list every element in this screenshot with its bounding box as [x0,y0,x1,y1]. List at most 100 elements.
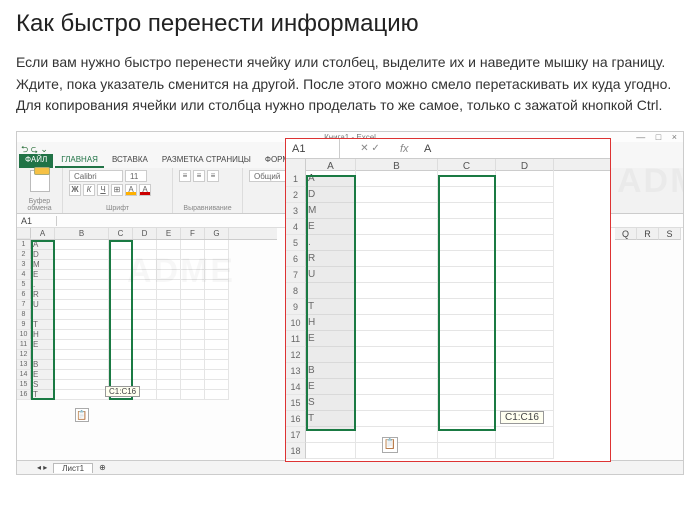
col-header[interactable]: D [133,228,157,239]
number-format-select[interactable]: Общий [249,170,289,182]
cell[interactable] [438,267,496,283]
cell[interactable] [109,370,133,380]
cell[interactable]: E [31,270,55,280]
sheet-nav-icon[interactable]: ◂ ▸ [37,463,47,472]
add-sheet-icon[interactable]: ⊕ [99,463,106,472]
cell[interactable] [181,300,205,310]
cell[interactable] [356,187,438,203]
row-header[interactable]: 9 [286,299,306,315]
cell[interactable] [356,267,438,283]
cell[interactable]: E [306,379,356,395]
name-box-main[interactable]: A1 [17,216,57,226]
cell[interactable] [181,310,205,320]
cell[interactable]: E [306,219,356,235]
cell[interactable]: A [306,171,356,187]
cell[interactable] [55,280,109,290]
cell[interactable] [438,187,496,203]
row-header[interactable]: 12 [17,350,31,360]
cell[interactable] [496,379,554,395]
cell[interactable] [157,240,181,250]
cell[interactable] [356,171,438,187]
cell[interactable] [109,330,133,340]
cell[interactable] [133,370,157,380]
row-header[interactable]: 11 [17,340,31,350]
cell[interactable]: B [31,360,55,370]
cell[interactable] [181,240,205,250]
cell[interactable] [205,320,229,330]
cell[interactable] [109,240,133,250]
cell[interactable] [438,395,496,411]
row-header[interactable]: 5 [17,280,31,290]
cell[interactable] [133,320,157,330]
row-header[interactable]: 4 [17,270,31,280]
cell[interactable] [205,370,229,380]
cell[interactable] [181,250,205,260]
row-header[interactable]: 8 [286,283,306,299]
cell[interactable]: U [306,267,356,283]
row-header[interactable]: 2 [286,187,306,203]
cell[interactable] [181,320,205,330]
cell[interactable] [438,331,496,347]
fx-icon[interactable]: fx [400,143,420,155]
cell[interactable] [157,260,181,270]
cell[interactable] [55,290,109,300]
align-right-button[interactable]: ≡ [207,170,219,182]
cell[interactable] [55,390,109,400]
cell[interactable] [133,240,157,250]
cell[interactable] [181,290,205,300]
cell[interactable] [157,380,181,390]
cell[interactable] [496,283,554,299]
row-header[interactable]: 17 [286,427,306,443]
col-header[interactable]: B [55,228,109,239]
cell[interactable] [205,270,229,280]
worksheet-inset[interactable]: A B C D 1A2D3M4E5.6R7U89T10H11E1213B14E1… [286,159,610,459]
cell[interactable] [181,390,205,400]
cell[interactable] [438,379,496,395]
cell[interactable] [157,290,181,300]
cell[interactable] [205,390,229,400]
cell[interactable] [55,360,109,370]
cell[interactable] [181,360,205,370]
row-header[interactable]: 10 [286,315,306,331]
col-header[interactable]: A [31,228,55,239]
cell[interactable] [496,203,554,219]
cell[interactable] [306,443,356,459]
cell[interactable] [109,250,133,260]
cell[interactable] [205,330,229,340]
cell[interactable]: S [31,380,55,390]
cell[interactable] [181,350,205,360]
cell[interactable] [496,171,554,187]
cell[interactable] [496,427,554,443]
cell[interactable] [356,379,438,395]
cell[interactable] [133,250,157,260]
col-header[interactable]: G [205,228,229,239]
cell[interactable] [496,315,554,331]
cell[interactable] [438,235,496,251]
cell[interactable] [205,260,229,270]
cell[interactable] [31,350,55,360]
cell[interactable] [157,270,181,280]
cell[interactable] [157,310,181,320]
cell[interactable] [109,290,133,300]
cell[interactable] [133,300,157,310]
cell[interactable]: . [31,280,55,290]
cell[interactable] [109,360,133,370]
name-box-inset[interactable]: A1 [286,139,340,158]
row-header[interactable]: 3 [17,260,31,270]
cell[interactable] [438,411,496,427]
cell[interactable] [356,411,438,427]
cell[interactable] [109,350,133,360]
cell[interactable] [438,427,496,443]
cell[interactable]: T [31,390,55,400]
cell[interactable]: D [306,187,356,203]
row-header[interactable]: 18 [286,443,306,459]
cell[interactable] [133,350,157,360]
cell[interactable] [438,347,496,363]
row-header[interactable]: 1 [17,240,31,250]
cell[interactable] [496,235,554,251]
cell[interactable] [205,310,229,320]
row-header[interactable]: 15 [17,380,31,390]
cell[interactable]: M [306,203,356,219]
tab-insert[interactable]: ВСТАВКА [106,154,154,168]
cell[interactable] [133,260,157,270]
